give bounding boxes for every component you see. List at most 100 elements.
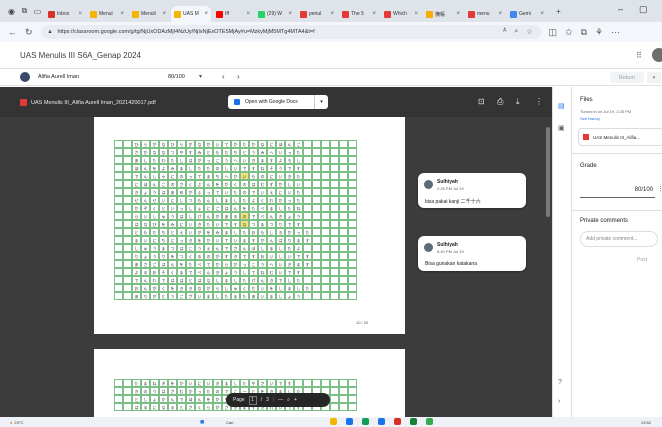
close-tab-icon[interactable]: × [498, 11, 502, 17]
grade-input[interactable]: 80/100 [580, 182, 655, 198]
reload-icon[interactable]: ↻ [25, 27, 33, 38]
attached-file-chip[interactable]: UAS Menulis III_Alifia... [578, 128, 662, 146]
private-comment-input[interactable]: Add private comment... [580, 231, 658, 247]
viewer-scrollbar[interactable] [546, 127, 550, 217]
student-name[interactable]: Alifia Aurell Iman [38, 74, 79, 80]
browser-tab[interactable]: 横帳 × [423, 6, 463, 22]
browser-tab[interactable]: penul × [297, 6, 337, 22]
download-icon[interactable]: ⤓ [516, 97, 520, 107]
student-dropdown-icon[interactable]: ▾ [199, 73, 202, 80]
taskbar-app-icon[interactable] [378, 418, 385, 425]
account-avatar[interactable] [652, 48, 662, 62]
zoom-icon[interactable]: ⌕ [514, 28, 518, 36]
close-tab-icon[interactable]: × [78, 11, 82, 17]
grid-cell: し [186, 204, 195, 212]
grid-cell [348, 252, 357, 260]
return-dropdown-icon[interactable]: ▾ [647, 72, 661, 83]
return-button[interactable]: Return [610, 72, 644, 83]
help-icon[interactable]: ? [558, 379, 562, 386]
taskbar-app-icon[interactable] [346, 418, 353, 425]
see-history-link[interactable]: See history [580, 116, 600, 121]
add-comment-icon[interactable]: ⊡ [478, 97, 485, 106]
collections-icon[interactable]: ⧉ [581, 27, 587, 38]
collapse-panel-icon[interactable]: › [558, 398, 560, 405]
favorites-icon[interactable]: ✩ [565, 27, 573, 38]
tab-label: Iff [225, 11, 230, 17]
grid-cell: と [240, 148, 249, 156]
taskbar-app-icon[interactable] [410, 418, 417, 425]
split-screen-icon[interactable]: ◫ [549, 27, 558, 38]
open-with-dropdown-icon[interactable]: ▾ [314, 95, 328, 109]
more-options-icon[interactable]: ⋮ [535, 97, 543, 106]
close-tab-icon[interactable]: × [288, 11, 292, 17]
rubric-icon[interactable]: ▣ [558, 124, 565, 132]
browser-tab[interactable]: The 5 × [339, 6, 379, 22]
vertical-tabs-icon[interactable]: ▭ [32, 6, 43, 17]
comment-card[interactable]: Sulhiyah 2:26 PM Jul 19 bisa pakai kanji… [418, 173, 526, 208]
tab-actions-icon[interactable]: ⧉ [19, 6, 30, 17]
clock[interactable]: 23:52 [641, 420, 651, 425]
browser-tab[interactable]: Gemi × [507, 6, 547, 22]
new-tab-icon[interactable]: + [553, 6, 564, 17]
zoom-out-icon[interactable]: — [278, 397, 283, 403]
close-tab-icon[interactable]: × [204, 11, 208, 17]
taskbar-app-icon[interactable] [362, 418, 369, 425]
grid-cell: つ [186, 196, 195, 204]
start-button[interactable]: ■ [200, 419, 204, 426]
profile-icon[interactable]: ◉ [6, 6, 17, 17]
taskbar-app-icon[interactable] [330, 418, 337, 425]
maximize-icon[interactable]: ▢ [639, 4, 648, 15]
grade-more-icon[interactable]: ⋮ [657, 185, 662, 193]
close-tab-icon[interactable]: × [456, 11, 460, 17]
browser-tab[interactable]: Iff × [213, 6, 253, 22]
url-field[interactable]: 🔒︎ https://classroom.google.com/g/tg/NjU… [40, 25, 541, 39]
browser-tab[interactable]: Inbox × [45, 6, 85, 22]
current-page-input[interactable]: 1 [248, 395, 257, 405]
close-tab-icon[interactable]: × [372, 11, 376, 17]
class-title[interactable]: UAS Menulis III S6A_Genap 2024 [20, 51, 141, 60]
read-aloud-icon[interactable]: ᴬ [503, 28, 506, 36]
taskbar-app-icon[interactable] [426, 418, 433, 425]
more-menu-icon[interactable]: ⋯ [611, 27, 620, 38]
close-tab-icon[interactable]: × [162, 11, 166, 17]
browser-tab[interactable]: Which × [381, 6, 421, 22]
search-box[interactable]: Cari [226, 420, 233, 425]
close-tab-icon[interactable]: × [246, 11, 250, 17]
minimize-icon[interactable]: – [618, 4, 623, 14]
back-icon[interactable]: ← [8, 27, 17, 37]
weather-temp[interactable]: 23°C [14, 420, 23, 425]
close-tab-icon[interactable]: × [330, 11, 334, 17]
comment-card[interactable]: Sulhiyah 6:40 PM Jul 19 Bisa gunakan kat… [418, 236, 526, 271]
extensions-icon[interactable]: ⚘ [595, 27, 603, 38]
favorite-star-icon[interactable]: ☆ [526, 28, 532, 36]
close-tab-icon[interactable]: × [540, 11, 544, 17]
grading-side-panel: Files Turned in on Jul 19, 2:25 PM See h… [571, 87, 662, 417]
close-tab-icon[interactable]: × [414, 11, 418, 17]
browser-tab[interactable]: menu × [465, 6, 505, 22]
previous-student-icon[interactable]: ‹ [222, 72, 225, 81]
zoom-in-icon[interactable]: + [294, 397, 297, 403]
grid-cell [312, 204, 321, 212]
grid-cell: し [267, 228, 276, 236]
browser-tab[interactable]: Menuli × [129, 6, 169, 22]
grid-cell [339, 156, 348, 164]
grid-cell: ご [150, 260, 159, 268]
tab-favicon-icon [510, 10, 517, 18]
tab-label: Menul [99, 11, 113, 17]
post-button[interactable]: Post [637, 257, 647, 263]
grid-cell [321, 284, 330, 292]
next-student-icon[interactable]: › [237, 72, 240, 81]
browser-tab[interactable]: Menul × [87, 6, 127, 22]
files-panel-icon[interactable]: ▤ [558, 102, 565, 110]
grid-cell: お [258, 252, 267, 260]
open-with-docs-button[interactable]: Open with Google Docs ▾ [228, 95, 328, 109]
taskbar-app-icon[interactable] [394, 418, 401, 425]
grid-row: ともだちとえいがをみましたおもしろかった [114, 228, 357, 236]
apps-grid-icon[interactable]: ⠿ [636, 51, 642, 60]
browser-tab[interactable]: UAS M × [171, 6, 211, 22]
grid-cell: わ [159, 156, 168, 164]
close-tab-icon[interactable]: × [120, 11, 124, 17]
print-icon[interactable]: ⎙ [497, 97, 503, 107]
grid-cell: し [231, 276, 240, 284]
browser-tab[interactable]: (29) W × [255, 6, 295, 22]
